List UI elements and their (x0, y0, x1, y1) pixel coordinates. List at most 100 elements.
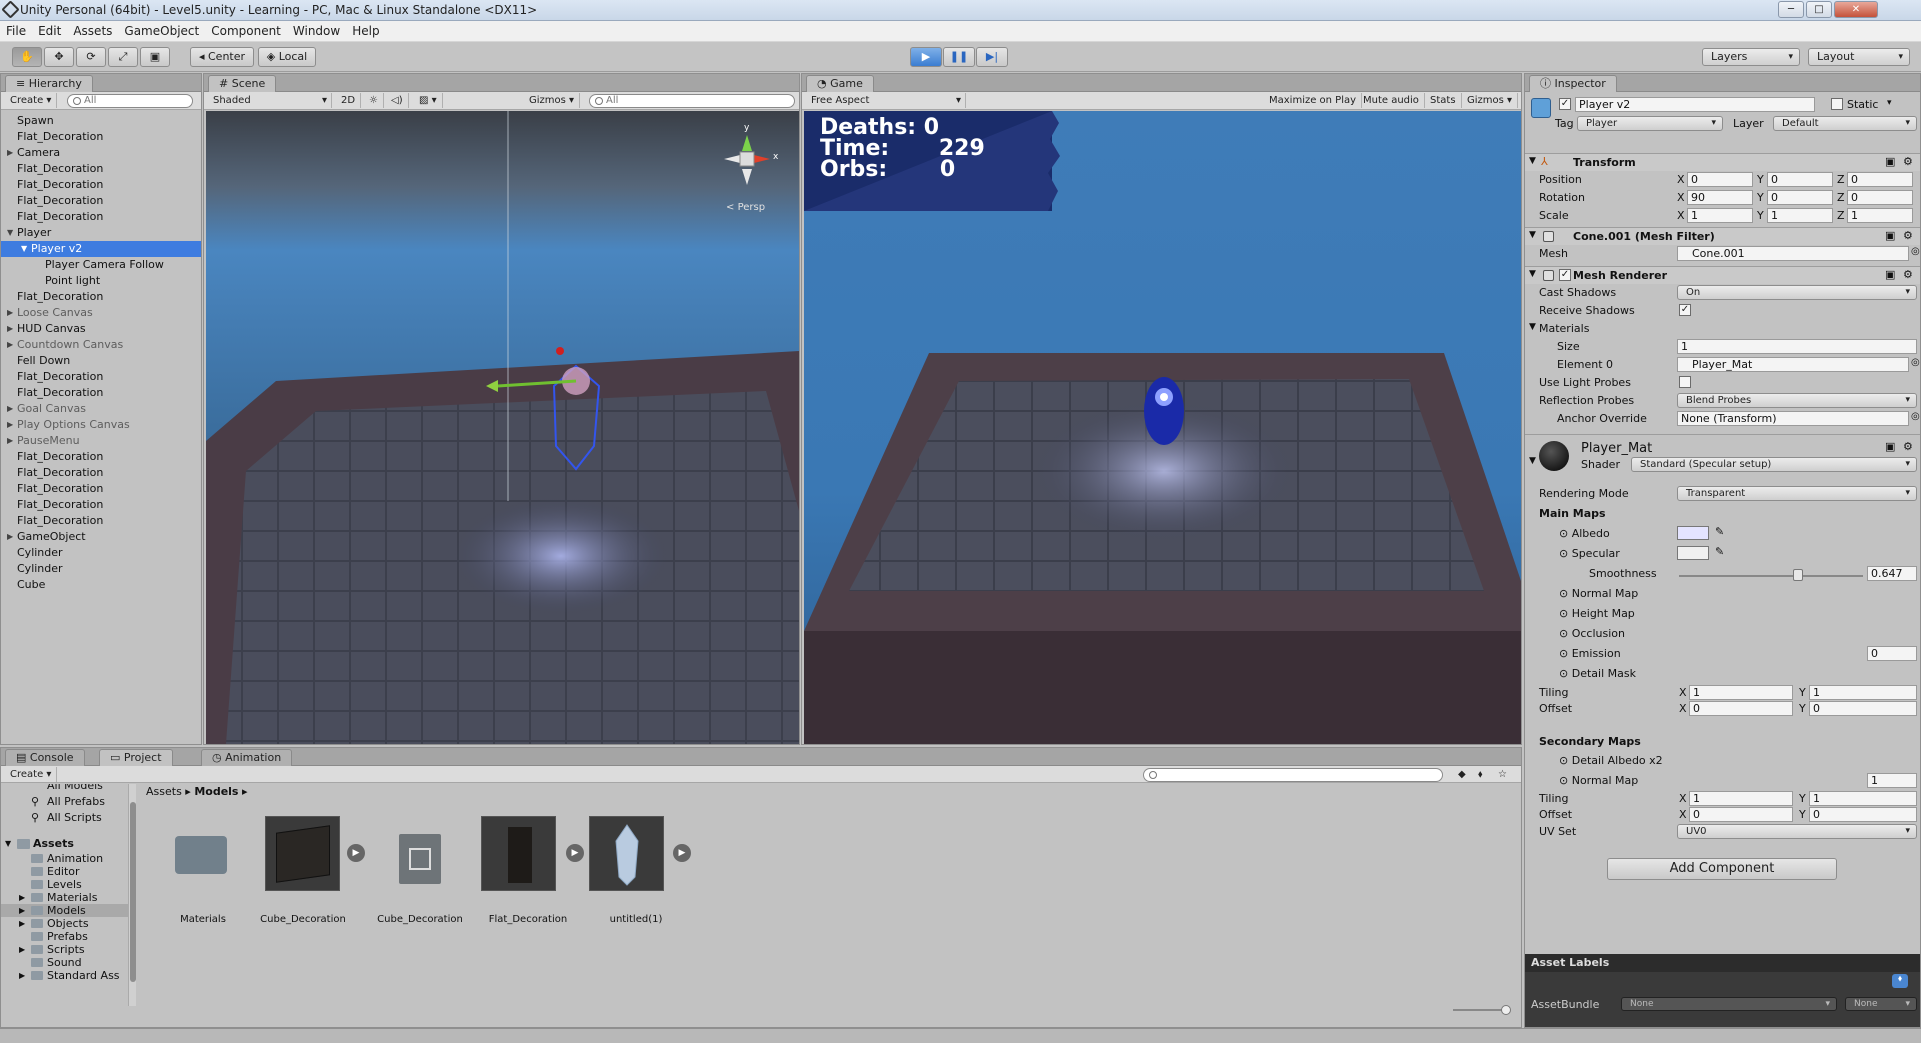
object-picker-icon[interactable]: ◎ (1911, 411, 1920, 422)
hierarchy-item[interactable]: ▶ HUD Canvas (1, 321, 201, 337)
hierarchy-item[interactable]: ▶ Countdown Canvas (1, 337, 201, 353)
tiling2-x-field[interactable]: 1 (1689, 791, 1793, 806)
menu-help[interactable]: Help (346, 21, 385, 41)
eyedropper-icon[interactable]: ✎ (1715, 525, 1724, 538)
tab-hierarchy[interactable]: ≡ Hierarchy (5, 75, 93, 92)
hierarchy-item[interactable]: ▶ GameObject (1, 529, 201, 545)
favorite-all-prefabs[interactable]: ⚲ All Prefabs (1, 794, 131, 810)
help-icon[interactable]: ▣ (1885, 268, 1895, 281)
smoothness-slider-track[interactable] (1679, 575, 1863, 577)
favorite-all-scripts[interactable]: ⚲ All Scripts (1, 810, 131, 826)
hierarchy-item[interactable]: ▶ Loose Canvas (1, 305, 201, 321)
position-z-field[interactable]: 0 (1847, 172, 1913, 187)
foldout-closed-icon[interactable]: ▶ (19, 904, 25, 917)
hierarchy-item[interactable]: Flat_Decoration (1, 161, 201, 177)
tab-project[interactable]: ▭ Project (99, 749, 173, 766)
effects-dropdown[interactable]: ▨ ▾ (414, 93, 443, 108)
favorite-star-icon[interactable]: ☆ (1493, 767, 1512, 782)
hierarchy-item[interactable]: ▼ Player v2 (1, 241, 201, 257)
project-folder[interactable]: ▶ Scripts (1, 943, 131, 956)
filter-label-icon[interactable]: ⬧ (1473, 767, 1488, 782)
foldout-closed-icon[interactable]: ▶ (7, 433, 13, 449)
move-tool-button[interactable]: ✥ (44, 47, 74, 67)
active-checkbox[interactable]: ✓ (1559, 98, 1571, 110)
hierarchy-item[interactable]: ▶ PauseMenu (1, 433, 201, 449)
project-folder[interactable]: ▶ Objects (1, 917, 131, 930)
gear-icon[interactable]: ⚙ (1903, 268, 1913, 281)
tiling-y-field[interactable]: 1 (1809, 685, 1917, 700)
maximize-on-play-toggle[interactable]: Maximize on Play (1264, 93, 1363, 108)
foldout-closed-icon[interactable]: ▶ (7, 401, 13, 417)
element0-field[interactable]: Player_Mat (1677, 357, 1909, 372)
tab-scene[interactable]: # Scene (208, 75, 277, 92)
anchor-override-field[interactable]: None (Transform) (1677, 411, 1909, 426)
hierarchy-item[interactable]: Flat_Decoration (1, 177, 201, 193)
hierarchy-item[interactable]: Cylinder (1, 561, 201, 577)
layout-dropdown[interactable]: Layout (1808, 48, 1910, 66)
specular-color-swatch[interactable] (1677, 546, 1709, 560)
project-folder[interactable]: Prefabs (1, 930, 131, 943)
menu-file[interactable]: File (0, 21, 32, 41)
expand-arrow-icon[interactable]: ▶ (566, 844, 584, 862)
scale-z-axis[interactable]: Z (1837, 209, 1845, 222)
foldout-open-icon[interactable]: ▼ (7, 225, 13, 241)
scrollbar-thumb[interactable] (130, 802, 136, 982)
menu-component[interactable]: Component (205, 21, 287, 41)
light-probes-checkbox[interactable] (1679, 376, 1691, 388)
foldout-closed-icon[interactable]: ▶ (7, 337, 13, 353)
materials-size-field[interactable]: 1 (1677, 339, 1917, 354)
transform-header[interactable]: ▼ ⅄ Transform ▣ ⚙ (1525, 153, 1920, 171)
menu-assets[interactable]: Assets (67, 21, 118, 41)
position-z-axis[interactable]: Z (1837, 173, 1845, 186)
project-folder[interactable]: ▶ Standard Ass (1, 969, 131, 982)
hierarchy-item[interactable]: Flat_Decoration (1, 369, 201, 385)
asset-bundle-dropdown[interactable]: None (1621, 997, 1837, 1011)
smoothness-slider-handle[interactable] (1793, 569, 1804, 581)
hierarchy-item[interactable]: Flat_Decoration (1, 129, 201, 145)
tab-inspector[interactable]: ⓘ Inspector (1529, 75, 1617, 92)
materials-foldout-icon[interactable]: ▼ (1529, 322, 1536, 332)
offset-y-field[interactable]: 0 (1809, 701, 1917, 716)
position-y-field[interactable]: 0 (1767, 172, 1833, 187)
hierarchy-item[interactable]: Flat_Decoration (1, 209, 201, 225)
mesh-renderer-enabled-checkbox[interactable]: ✓ (1559, 269, 1571, 281)
help-icon[interactable]: ▣ (1885, 440, 1895, 453)
audio-toggle[interactable]: ◁) (386, 93, 409, 108)
material-foldout-icon[interactable]: ▼ (1529, 456, 1536, 466)
project-folder[interactable]: Animation (1, 852, 131, 865)
close-button[interactable]: ✕ (1834, 1, 1878, 18)
hierarchy-item[interactable]: Player Camera Follow (1, 257, 201, 273)
rotation-y-axis[interactable]: Y (1757, 191, 1764, 204)
uv-set-dropdown[interactable]: UV0 (1677, 824, 1917, 839)
asset-cube-decoration-prefab[interactable] (399, 834, 441, 884)
stats-toggle[interactable]: Stats (1425, 93, 1462, 108)
rect-tool-button[interactable]: ▣ (140, 47, 170, 67)
tag-dropdown[interactable]: Player (1577, 116, 1723, 131)
project-folder[interactable]: ▶ Models (1, 904, 131, 917)
scale-tool-button[interactable]: ⤢ (108, 47, 138, 67)
scene-gizmos-dropdown[interactable]: Gizmos ▾ (524, 93, 581, 108)
expand-arrow-icon[interactable]: ▶ (673, 844, 691, 862)
offset2-x-field[interactable]: 0 (1689, 807, 1793, 822)
scale-y-field[interactable]: 1 (1767, 208, 1833, 223)
scene-search-input[interactable]: All (589, 94, 795, 108)
foldout-closed-icon[interactable]: ▶ (7, 305, 13, 321)
hierarchy-item[interactable]: Flat_Decoration (1, 385, 201, 401)
foldout-closed-icon[interactable]: ▶ (19, 969, 25, 982)
foldout-closed-icon[interactable]: ▶ (19, 891, 25, 904)
foldout-open-icon[interactable]: ▼ (21, 241, 27, 257)
shader-dropdown[interactable]: Standard (Specular setup) (1631, 457, 1917, 472)
menu-edit[interactable]: Edit (32, 21, 67, 41)
rotation-y-field[interactable]: 0 (1767, 190, 1833, 205)
project-tree-scrollbar[interactable] (128, 784, 136, 1006)
hierarchy-item[interactable]: Fell Down (1, 353, 201, 369)
shading-dropdown[interactable]: Shaded ▾ (208, 93, 332, 108)
foldout-closed-icon[interactable]: ▶ (19, 943, 25, 956)
mesh-renderer-header[interactable]: ▼ ✓ Mesh Renderer ▣ ⚙ (1525, 266, 1920, 284)
expand-arrow-icon[interactable]: ▶ (347, 844, 365, 862)
scale-y-axis[interactable]: Y (1757, 209, 1764, 222)
project-folder[interactable]: Levels (1, 878, 131, 891)
play-button[interactable]: ▶ (910, 47, 942, 67)
scene-viewport[interactable]: y x < Persp (206, 111, 799, 744)
lighting-toggle[interactable]: ☼ (364, 93, 384, 108)
